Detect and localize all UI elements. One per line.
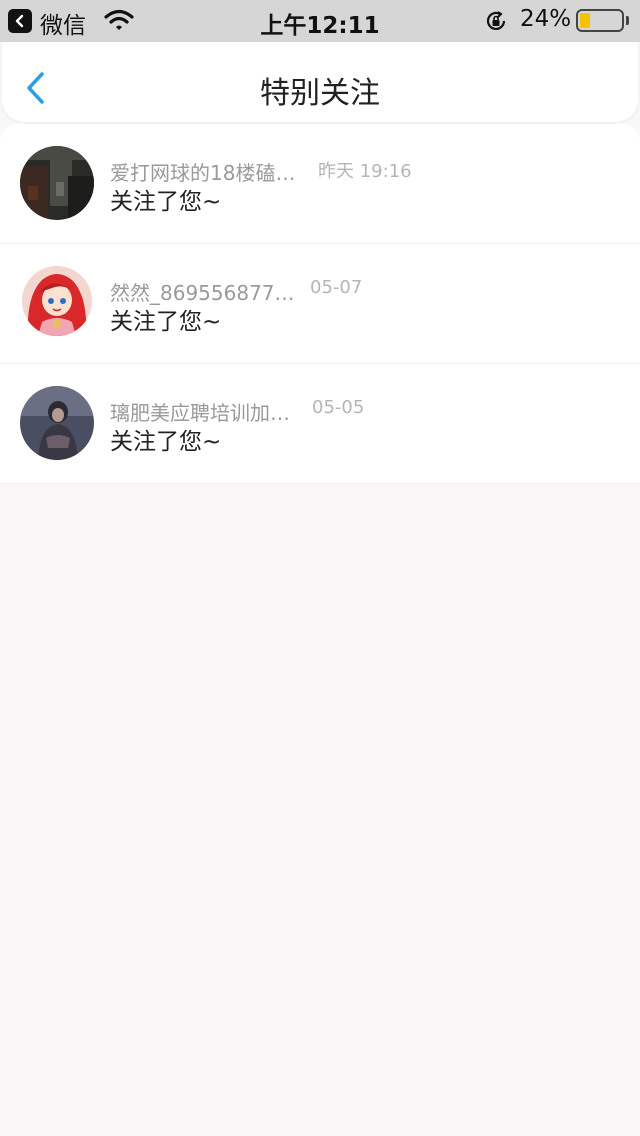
rotation-lock-icon [484, 9, 508, 39]
message-text: 关注了您~ [110, 429, 222, 455]
avatar[interactable] [20, 386, 94, 460]
list-item[interactable]: 然然_869556877… 05-07 关注了您~ [0, 244, 640, 364]
list-item[interactable]: 璃肥美应聘培训加… 05-05 关注了您~ [0, 364, 640, 484]
battery-tip [626, 16, 629, 25]
follow-list: 爱打网球的18楼磕… 昨天 19:16 关注了您~ 然然_869556877… … [0, 124, 640, 484]
message-text: 关注了您~ [110, 309, 222, 335]
list-item[interactable]: 爱打网球的18楼磕… 昨天 19:16 关注了您~ [0, 124, 640, 244]
message-text: 关注了您~ [110, 189, 222, 215]
timestamp: 05-05 [312, 397, 365, 418]
page-title: 特别关注 [260, 76, 380, 111]
timestamp: 05-07 [310, 277, 363, 298]
nav-bar: 特别关注 [2, 42, 638, 122]
timestamp: 昨天 19:16 [318, 161, 412, 182]
avatar[interactable] [22, 266, 92, 336]
avatar[interactable] [20, 146, 94, 220]
status-bar: 微信 上午12:11 24% [0, 0, 640, 42]
battery-percent: 24% [520, 6, 572, 32]
battery-icon [576, 9, 624, 32]
battery-level [580, 13, 590, 28]
